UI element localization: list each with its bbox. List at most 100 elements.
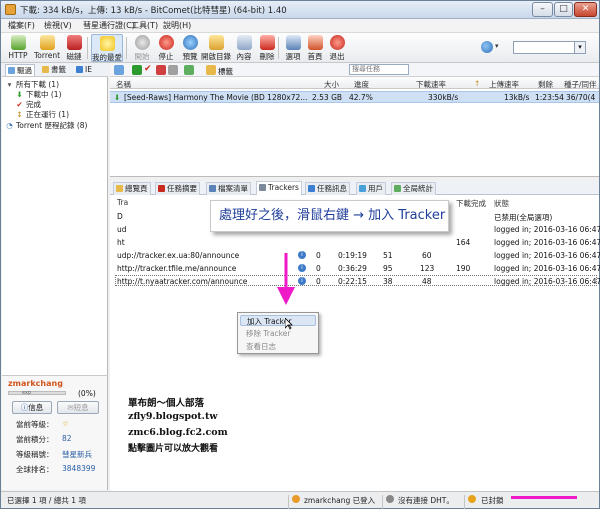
tracker-context-menu: 加入 Tracker 移除 Tracker 查看日志: [237, 312, 319, 354]
filter-completed-icon[interactable]: ✔: [144, 65, 154, 75]
search-engine-dropdown-icon[interactable]: ▾: [495, 42, 499, 50]
torrent-icon: [39, 35, 55, 50]
experience-label: exp: [22, 390, 32, 396]
column-status[interactable]: 狀態: [494, 198, 509, 209]
maximize-button[interactable]: □: [554, 2, 573, 17]
column-progress[interactable]: 進度: [354, 79, 369, 90]
completed-icon: ✔: [16, 100, 23, 109]
delete-button[interactable]: 刪除: [254, 34, 280, 62]
profile-username: zmarkchang: [8, 379, 63, 388]
trackers-icon: [259, 184, 266, 191]
filter-seeding-icon[interactable]: [184, 65, 194, 75]
tab-ie[interactable]: IE: [74, 64, 94, 76]
tab-task-summary[interactable]: 任務摘要: [155, 182, 200, 195]
filter-downloading-icon[interactable]: [132, 65, 142, 75]
status-divider: [464, 495, 465, 509]
favorites-button[interactable]: 我的最愛: [91, 34, 123, 62]
blog-line-3: zmc6.blog.fc2.com: [128, 427, 228, 438]
left-panel-tabs: 驅過 書籤 IE: [2, 63, 108, 77]
magnet-button[interactable]: 磁鏈: [61, 34, 87, 62]
profile-info-button[interactable]: ⓘ信息: [12, 401, 52, 414]
status-user[interactable]: zmarkchang 已登入: [304, 495, 375, 506]
stop-button[interactable]: 停止: [153, 34, 179, 62]
start-button[interactable]: 開始: [129, 34, 155, 62]
task-search-input[interactable]: [349, 64, 409, 75]
column-upload-rate[interactable]: 上傳速率: [489, 79, 519, 90]
user-profile-panel: zmarkchang exp (0%) ⓘ信息 ✉短息 當前等級： ☆ 當前積分：…: [2, 375, 108, 490]
task-list-header: 名稱 大小 進度 下載速率 ↑ 上傳速率 剩餘 種子/同伴: [110, 77, 599, 89]
summary-icon: [158, 185, 165, 192]
tree-item-running[interactable]: ↕ 正在運行 (1): [15, 109, 69, 120]
properties-icon: [236, 35, 252, 50]
options-icon: [285, 35, 301, 50]
tab-file-list[interactable]: 檔案清單: [206, 182, 251, 195]
menu-view[interactable]: 檢視(V): [44, 20, 72, 31]
column-name[interactable]: 名稱: [116, 79, 131, 90]
menu-item-remove-tracker[interactable]: 移除 Tracker: [240, 328, 316, 339]
menu-passport[interactable]: 彗星通行證(C): [83, 20, 135, 31]
status-blocked[interactable]: 已封鎖: [481, 495, 504, 506]
status-bar: 已選擇 1 項 / 總共 1 項 zmarkchang 已登入 沒有連接 DHT…: [1, 491, 599, 509]
tab-bookmarks[interactable]: 書籤: [40, 64, 68, 76]
annotation-arrow-icon: [277, 253, 295, 305]
overview-icon: [116, 185, 123, 192]
dht-status-icon: [386, 495, 394, 503]
blog-line-2: zfly9.blogspot.tw: [128, 411, 218, 422]
close-button[interactable]: ✕: [574, 2, 597, 17]
tab-trackers[interactable]: Trackers: [256, 181, 302, 195]
stop-icon: [158, 35, 174, 50]
status-dht[interactable]: 沒有連接 DHT。: [398, 495, 454, 506]
task-list: 名稱 大小 進度 下載速率 ↑ 上傳速率 剩餘 種子/同伴 ⬇ [Seed-Ra…: [110, 77, 599, 177]
tab-global-stats[interactable]: 全局統計: [391, 182, 436, 195]
open-folder-button[interactable]: 開啟目錄: [201, 34, 231, 62]
minimize-button[interactable]: –: [532, 2, 553, 17]
column-remaining[interactable]: 剩餘: [538, 79, 553, 90]
category-tree: ▾ 所有下載 (1) ⬇ 下載中 (1) ✔ 完成 ↕ 正在運行 (1) ◔ Torren…: [2, 77, 108, 375]
menu-item-add-tracker[interactable]: 加入 Tracker: [240, 315, 316, 326]
column-seeds[interactable]: 種子/同伴: [564, 79, 597, 90]
search-dropdown-icon[interactable]: ▾: [575, 41, 586, 54]
column-tracker[interactable]: Tra: [117, 198, 128, 207]
tag-label[interactable]: 標籤: [218, 66, 233, 77]
window-title: 下載: 334 kB/s，上傳: 13 kB/s - BitComet(比特彗星…: [20, 6, 287, 16]
torrent-button[interactable]: Torrent: [34, 34, 60, 62]
task-row[interactable]: ⬇ [Seed-Raws] Harmony The Movie (BD 1280…: [110, 91, 599, 103]
tab-task-info[interactable]: 任務訊息: [305, 182, 350, 195]
column-download-rate[interactable]: 下載速率: [416, 79, 446, 90]
profile-message-button[interactable]: ✉短息: [57, 401, 99, 414]
column-completed[interactable]: 下載完成: [456, 198, 486, 209]
search-engine-globe-icon[interactable]: [481, 41, 493, 53]
filter-stopped-icon[interactable]: [156, 65, 166, 75]
preview-button[interactable]: 預覽: [177, 34, 203, 62]
title-bar: 下載: 334 kB/s，上傳: 13 kB/s - BitComet(比特彗星…: [1, 1, 599, 19]
open-folder-icon: [208, 35, 224, 50]
tab-tasks[interactable]: 驅過: [5, 64, 35, 76]
running-icon: ↕: [16, 110, 23, 119]
tracker-row[interactable]: http://t.nyaatracker.com/announce i 0 0:22:…: [115, 275, 600, 286]
task-size: 2.53 GB: [312, 93, 343, 102]
column-size[interactable]: 大小: [324, 79, 339, 90]
menu-help[interactable]: 說明(H): [163, 20, 191, 31]
menu-tools[interactable]: 工具(T): [131, 20, 158, 31]
status-divider: [288, 495, 289, 509]
http-button[interactable]: HTTP: [5, 34, 31, 62]
menu-item-view-log[interactable]: 查看日志: [240, 341, 316, 352]
tab-peers[interactable]: 用戶: [356, 182, 386, 195]
profile-rank-row: 全球排名： 3848399: [16, 464, 96, 474]
toolbar-separator: [126, 37, 127, 59]
new-task-icon[interactable]: [114, 65, 124, 75]
toolbar-search-input[interactable]: [513, 41, 575, 54]
blog-line-1: 單布朗～個人部落: [128, 398, 205, 409]
profile-level-row: 當前等級： ☆: [16, 419, 69, 429]
delete-icon: [259, 35, 275, 50]
exit-button[interactable]: 退出: [324, 34, 350, 62]
filter-queued-icon[interactable]: [168, 65, 178, 75]
tab-overview[interactable]: 總覽頁: [113, 182, 151, 195]
annotation-highlight-bar: [511, 496, 577, 499]
level-star-icon: ☆: [62, 419, 69, 428]
downloading-icon: ⬇: [16, 90, 23, 99]
main-toolbar: HTTP Torrent 磁鏈 我的最愛 開始 停止 預覽 開啟目錄 內容 刪除…: [1, 33, 599, 63]
tag-icon: [206, 65, 216, 75]
tree-item-torrent-history[interactable]: ◔ Torrent 歷程記錄 (8): [5, 120, 87, 131]
menu-file[interactable]: 檔案(F): [8, 20, 35, 31]
